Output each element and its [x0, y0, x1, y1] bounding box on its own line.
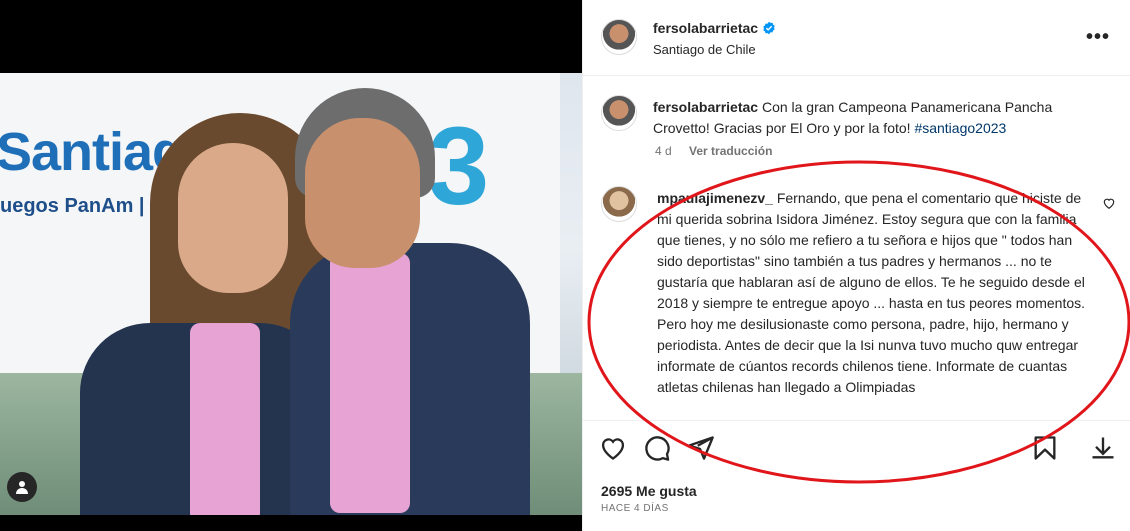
caption-meta: 4 d Ver traducción	[655, 144, 772, 158]
share-button[interactable]	[687, 434, 715, 462]
man-shirt	[330, 253, 410, 513]
share-icon	[688, 436, 714, 460]
caption-hashtag[interactable]: #santiago2023	[914, 120, 1006, 136]
author-avatar[interactable]	[601, 19, 637, 55]
comment-text: Fernando, que pena el comentario que hic…	[657, 190, 1086, 395]
save-button[interactable]	[1031, 434, 1059, 462]
user-tag-icon	[16, 481, 28, 494]
post-location[interactable]: Santiago de Chile	[653, 42, 756, 57]
comment-button[interactable]	[643, 434, 671, 462]
post-media: Santiag uegos PanAm | Para 3	[0, 0, 582, 531]
user-tag-button[interactable]	[7, 472, 37, 502]
woman-shirt	[190, 323, 260, 515]
caption-author-avatar[interactable]	[601, 95, 637, 131]
download-icon	[1092, 437, 1114, 459]
more-icon[interactable]: •••	[1086, 26, 1110, 49]
woman-face	[178, 143, 288, 293]
post-caption: fersolabarrietac Con la gran Campeona Pa…	[653, 97, 1093, 139]
man-jacket	[290, 243, 530, 515]
likes-count[interactable]: 2695 Me gusta	[601, 483, 697, 499]
post-header: fersolabarrietac Santiago de Chile •••	[583, 0, 1130, 76]
caption-age: 4 d	[655, 144, 672, 158]
post-date: HACE 4 DÍAS	[601, 503, 669, 514]
verified-icon	[763, 21, 775, 35]
bookmark-icon	[1034, 436, 1056, 460]
man-face	[305, 118, 420, 268]
download-button[interactable]	[1089, 434, 1117, 462]
translate-link[interactable]: Ver traducción	[689, 144, 772, 158]
commenter-avatar[interactable]	[601, 186, 637, 222]
post-photo[interactable]: Santiag uegos PanAm | Para 3	[0, 73, 582, 515]
photo-sign-number: 3	[428, 105, 490, 228]
comment-icon	[645, 436, 670, 461]
caption-username[interactable]: fersolabarrietac	[653, 99, 758, 115]
comment-username[interactable]: mpaulajimenezv_	[657, 190, 773, 206]
post-side-panel: fersolabarrietac Santiago de Chile ••• f…	[582, 0, 1130, 531]
like-button[interactable]	[599, 434, 627, 462]
actions-divider	[583, 420, 1130, 421]
heart-icon	[601, 438, 625, 460]
comment-like-icon[interactable]	[1102, 196, 1116, 210]
action-bar	[599, 434, 1119, 464]
author-username[interactable]: fersolabarrietac	[653, 20, 758, 36]
comment: mpaulajimenezv_ Fernando, que pena el co…	[657, 188, 1097, 398]
author-name-row: fersolabarrietac	[653, 20, 776, 36]
